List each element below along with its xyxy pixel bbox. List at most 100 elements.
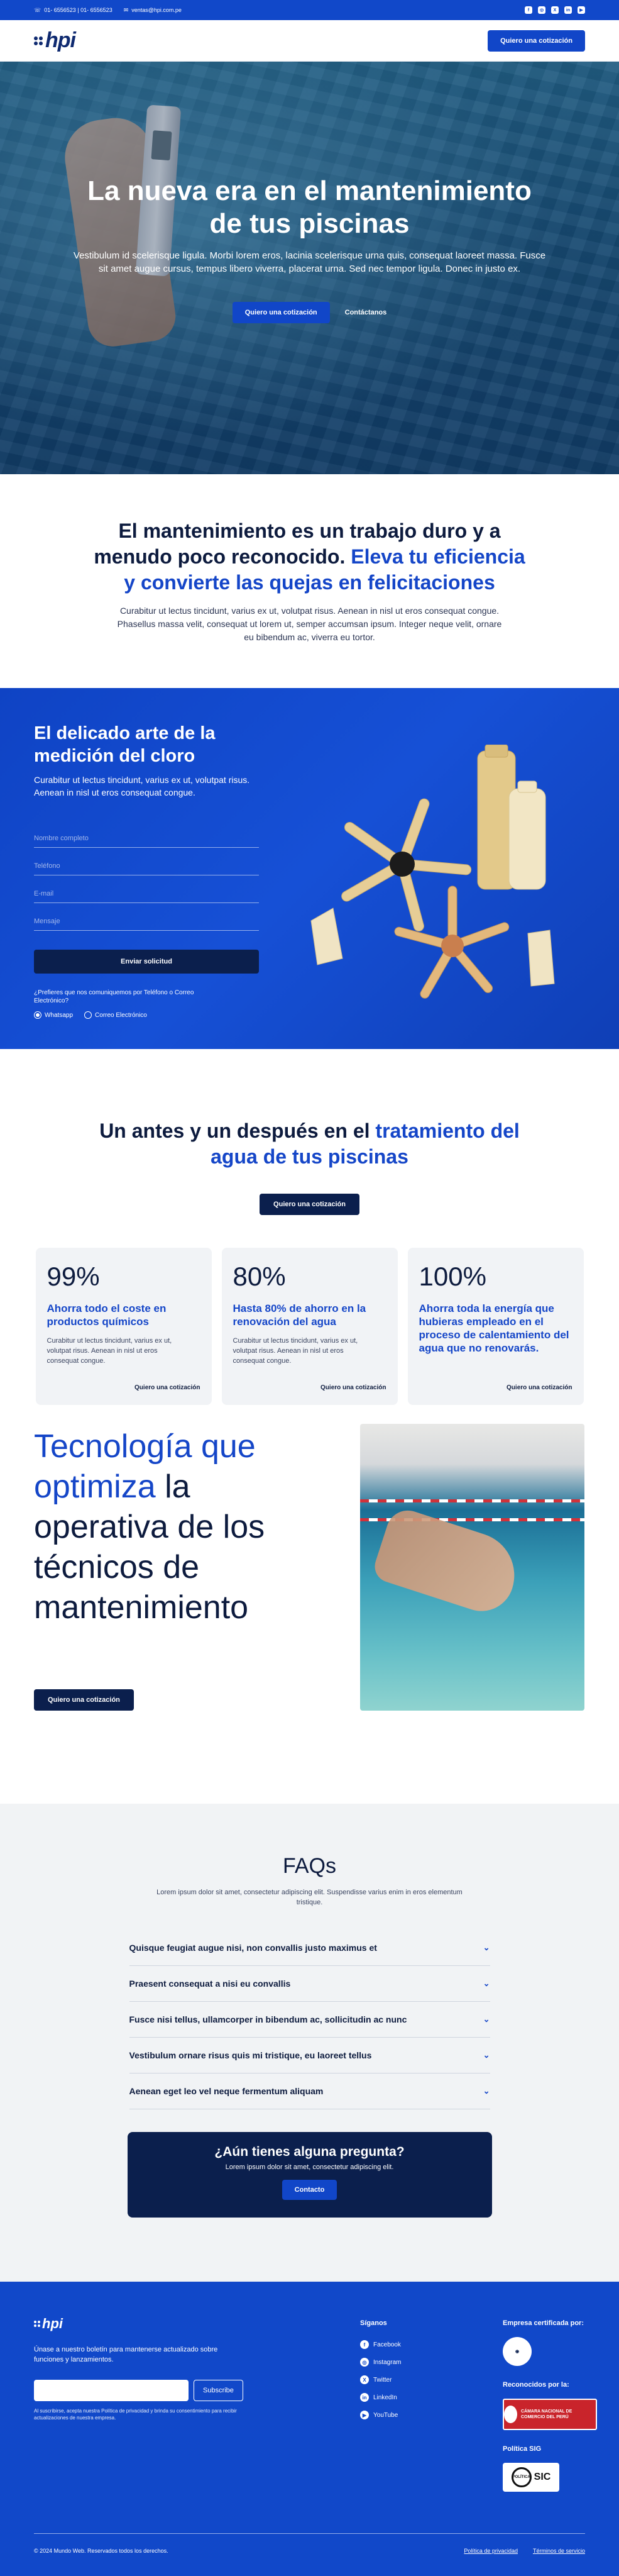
top-bar: ☏ 01- 6556523 | 01- 6556523 ✉ ventas@hpi… <box>0 0 619 20</box>
instagram-icon: ◎ <box>360 2358 369 2367</box>
hero-contact-link[interactable]: Contáctanos <box>345 309 387 316</box>
savings-card: 99% Ahorra todo el coste en productos qu… <box>35 1248 212 1405</box>
chevron-down-icon: ⌄ <box>483 1943 490 1952</box>
newsletter-email-input[interactable] <box>34 2380 189 2401</box>
footer-link-youtube[interactable]: ▶ YouTube <box>360 2406 401 2424</box>
certification-column: Empresa certificada por: ◉ Reconocidos p… <box>503 2319 597 2492</box>
site-header: hpi Quiero una cotización <box>0 20 619 62</box>
follow-column: Síganos f Facebook ◎ Instagram X Twitter in… <box>360 2319 401 2424</box>
intro-text: Curabitur ut lectus tincidunt, varius ex… <box>117 606 502 642</box>
phone-icon: ☏ <box>34 6 41 13</box>
newsletter-legal: Al suscribirse, acepta nuestra Política … <box>34 2408 237 2421</box>
contact-box-text: Lorem ipsum dolor sit amet, consectetur … <box>225 2163 394 2171</box>
footer-link-label: Twitter <box>373 2376 392 2384</box>
site-logo[interactable]: hpi <box>34 28 76 53</box>
cert-title: Empresa certificada por: <box>503 2319 584 2327</box>
faq-item[interactable]: Quisque feugiat augue nisi, non convalli… <box>129 1930 490 1966</box>
chlorine-section: El delicado arte de la medición del clor… <box>0 688 619 1049</box>
card-quote-link[interactable]: Quiero una cotización <box>134 1384 200 1391</box>
email-field[interactable] <box>34 890 259 897</box>
chlorinator-products-image <box>310 745 555 999</box>
short-cylinder <box>508 780 546 890</box>
faq-title: FAQs <box>282 1854 337 1878</box>
facebook-icon[interactable]: f <box>525 6 532 14</box>
card-quote-link[interactable]: Quiero una cotización <box>507 1384 572 1391</box>
footer-link-label: Facebook <box>373 2341 401 2348</box>
email-text: ventas@hpi.com.pe <box>131 7 182 13</box>
savings-card: 80% Hasta 80% de ahorro en la renovación… <box>221 1248 398 1405</box>
card-quote-link[interactable]: Quiero una cotización <box>320 1384 386 1391</box>
savings-cards: 99% Ahorra todo el coste en productos qu… <box>0 1248 619 1405</box>
radio-email[interactable]: Correo Electrónico <box>84 1011 147 1019</box>
instagram-icon[interactable]: ◎ <box>538 6 545 14</box>
before-after-title-dark: Un antes y un después en el <box>99 1119 370 1142</box>
footer-link-facebook[interactable]: f Facebook <box>360 2336 401 2353</box>
chevron-down-icon: ⌄ <box>483 2086 490 2096</box>
radio-unchecked-icon <box>84 1011 92 1019</box>
facebook-icon: f <box>360 2340 369 2349</box>
subscribe-button[interactable]: Subscribe <box>194 2380 243 2401</box>
radio-whatsapp-label: Whatsapp <box>45 1011 74 1019</box>
faq-item[interactable]: Praesent consequat a nisi eu convallis ⌄ <box>129 1966 490 2002</box>
contact-button[interactable]: Contacto <box>282 2180 337 2200</box>
hero-quote-button[interactable]: Quiero una cotización <box>232 302 330 323</box>
youtube-icon[interactable]: ▶ <box>578 6 585 14</box>
hero-title: La nueva era en el mantenimiento de tus … <box>87 175 532 239</box>
certification-badge-icon: ◉ <box>503 2337 532 2366</box>
faq-item[interactable]: Vestibulum ornare risus quis mi tristiqu… <box>129 2038 490 2074</box>
radio-email-label: Correo Electrónico <box>95 1011 147 1019</box>
footer-link-linkedin[interactable]: in LinkedIn <box>360 2389 401 2406</box>
before-after-title: Un antes y un después en el tratamiento … <box>84 1118 536 1170</box>
name-field[interactable] <box>34 835 259 842</box>
card-title: Ahorra toda la energía que hubieras empl… <box>419 1302 569 1354</box>
faq-section: FAQs Lorem ipsum dolor sit amet, consect… <box>0 1804 619 2282</box>
card-title: Ahorra todo el coste en productos químic… <box>47 1302 167 1328</box>
copyright: © 2024 Mundo Web. Reservados todos los d… <box>34 2548 168 2554</box>
before-after-quote-button[interactable]: Quiero una cotización <box>260 1194 359 1215</box>
site-footer: hpi Únase a nuestro boletín para mantene… <box>0 2282 619 2576</box>
privacy-link[interactable]: Política de privacidad <box>464 2548 518 2554</box>
faq-item[interactable]: Fusce nisi tellus, ullamcorper in bibend… <box>129 2002 490 2038</box>
linkedin-icon[interactable]: in <box>564 6 572 14</box>
card-percentage: 99% <box>47 1262 100 1291</box>
footer-link-twitter[interactable]: X Twitter <box>360 2371 401 2389</box>
card-percentage: 80% <box>233 1262 286 1291</box>
top-socials: f ◎ X in ▶ <box>525 6 585 14</box>
card-text: Curabitur ut lectus tincidunt, varius ex… <box>233 1337 358 1365</box>
intro-title: El mantenimiento es un trabajo duro y a … <box>90 518 530 596</box>
before-after-section: Un antes y un después en el tratamiento … <box>0 1049 619 1426</box>
terms-link[interactable]: Términos de servicio <box>533 2548 585 2554</box>
faq-item[interactable]: Aenean eget leo vel neque fermentum aliq… <box>129 2074 490 2109</box>
newsletter-text: Únase a nuestro boletín para mantenerse … <box>34 2346 218 2363</box>
pool-photo <box>360 1424 584 1711</box>
hero-section: La nueva era en el mantenimiento de tus … <box>0 62 619 474</box>
phone-field[interactable] <box>34 862 259 870</box>
sic-policy-logo[interactable]: POLÍTICA SIC <box>503 2463 559 2492</box>
header-quote-button[interactable]: Quiero una cotización <box>488 30 585 52</box>
message-field[interactable] <box>34 918 259 925</box>
footer-link-label: Instagram <box>373 2358 402 2366</box>
policy-title: Política SIG <box>503 2445 542 2453</box>
phone-info[interactable]: ☏ 01- 6556523 | 01- 6556523 <box>34 7 112 14</box>
hero-content: La nueva era en el mantenimiento de tus … <box>0 175 619 323</box>
crest-icon <box>504 2406 517 2423</box>
faq-question: Fusce nisi tellus, ullamcorper in bibend… <box>129 2014 407 2024</box>
sic-seal-icon: POLÍTICA <box>511 2467 532 2487</box>
email-info[interactable]: ✉ ventas@hpi.com.pe <box>124 7 182 14</box>
mail-icon: ✉ <box>123 6 129 13</box>
chevron-down-icon: ⌄ <box>483 2050 490 2060</box>
chlorine-text: Curabitur ut lectus tincidunt, varius ex… <box>34 775 250 797</box>
technology-quote-button[interactable]: Quiero una cotización <box>34 1689 134 1711</box>
footer-link-label: LinkedIn <box>373 2394 397 2401</box>
contact-preference-question: ¿Prefieres que nos comuniquemos por Telé… <box>34 989 194 1004</box>
card-title: Hasta 80% de ahorro en la renovación del… <box>233 1302 366 1328</box>
radio-whatsapp[interactable]: Whatsapp <box>34 1011 73 1019</box>
submit-button[interactable]: Enviar solicitud <box>34 950 259 974</box>
x-icon[interactable]: X <box>551 6 559 14</box>
faq-subtitle: Lorem ipsum dolor sit amet, consectetur … <box>156 1889 463 1906</box>
footer-link-instagram[interactable]: ◎ Instagram <box>360 2353 401 2371</box>
x-icon: X <box>360 2375 369 2384</box>
faq-list: Quisque feugiat augue nisi, non convalli… <box>129 1930 490 2109</box>
youtube-icon: ▶ <box>360 2411 369 2419</box>
faq-question: Praesent consequat a nisi eu convallis <box>129 1979 291 1989</box>
